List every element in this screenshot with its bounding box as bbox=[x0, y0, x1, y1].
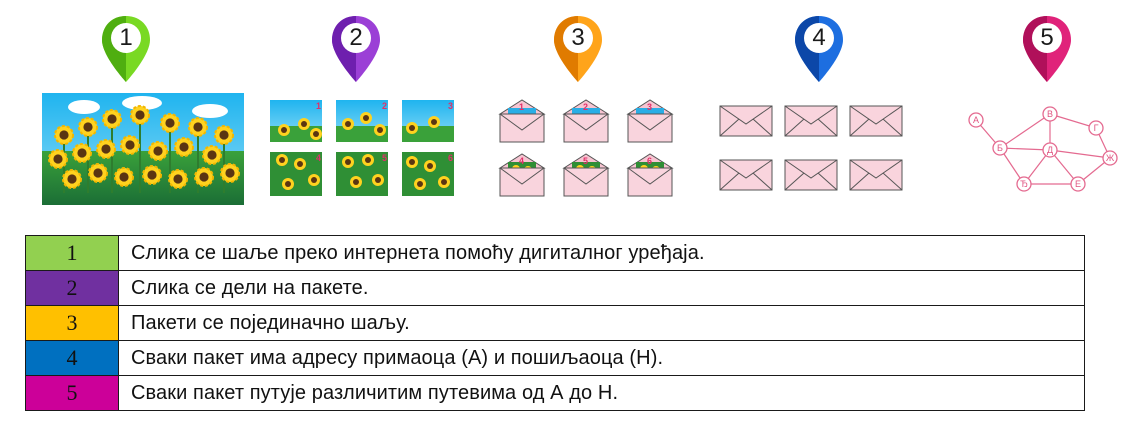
node-label-v: В bbox=[1047, 109, 1053, 119]
pin-5-number: 5 bbox=[1040, 24, 1054, 51]
tile-number-1: 1 bbox=[316, 101, 321, 111]
closed-envelope-4 bbox=[719, 159, 773, 191]
packet-tile-2 bbox=[336, 100, 388, 142]
node-label-e: Е bbox=[1075, 179, 1081, 189]
tile-number-4: 4 bbox=[316, 153, 321, 163]
packet-tile-4 bbox=[270, 152, 322, 196]
step-row-4: 4 Сваки пакет има адресу примаоца (А) и … bbox=[25, 340, 1085, 376]
steps-table: 1 Слика се шаље преко интернета помоћу д… bbox=[25, 235, 1085, 411]
step-number-3: 3 bbox=[25, 305, 119, 341]
node-label-dj: Ђ bbox=[1020, 179, 1028, 189]
tile-number-6: 6 bbox=[448, 153, 453, 163]
closed-envelopes bbox=[719, 105, 903, 191]
location-pin-1-icon: 1 bbox=[100, 14, 152, 84]
step-text-4: Сваки пакет има адресу примаоца (А) и по… bbox=[118, 340, 1085, 376]
closed-envelope-3 bbox=[849, 105, 903, 137]
node-label-zh: Ж bbox=[1106, 153, 1115, 163]
step-text-1: Слика се шаље преко интернета помоћу диг… bbox=[118, 235, 1085, 271]
pin-2-number: 2 bbox=[349, 24, 363, 51]
pin-4-number: 4 bbox=[812, 24, 826, 51]
illustration-area: 1 2 3 4 5 1 2 3 4 5 6 1 2 3 4 5 6 А Б В … bbox=[0, 0, 1130, 230]
network-graph: А Б В Г Д Ђ Е Ж bbox=[968, 106, 1118, 192]
location-pin-2-icon: 2 bbox=[330, 14, 382, 84]
step-number-4: 4 bbox=[25, 340, 119, 376]
location-pin-5-icon: 5 bbox=[1021, 14, 1073, 84]
packets-in-envelopes: 1 2 3 4 5 6 bbox=[499, 99, 673, 197]
step-number-2: 2 bbox=[25, 270, 119, 306]
location-pin-4-icon: 4 bbox=[793, 14, 845, 84]
sunflower-image bbox=[42, 93, 244, 205]
step-number-1: 1 bbox=[25, 235, 119, 271]
step-row-5: 5 Сваки пакет путује различитим путевима… bbox=[25, 375, 1085, 411]
node-label-g: Г bbox=[1094, 123, 1099, 133]
closed-envelope-6 bbox=[849, 159, 903, 191]
step-text-3: Пакети се појединачно шаљу. bbox=[118, 305, 1085, 341]
closed-envelope-2 bbox=[784, 105, 838, 137]
envelope-number-6: 6 bbox=[647, 156, 652, 166]
envelope-number-3: 3 bbox=[647, 102, 652, 112]
envelope-number-5: 5 bbox=[583, 156, 588, 166]
step-number-5: 5 bbox=[25, 375, 119, 411]
node-label-b: Б bbox=[997, 143, 1003, 153]
tile-number-2: 2 bbox=[382, 101, 387, 111]
closed-envelope-1 bbox=[719, 105, 773, 137]
pin-1-number: 1 bbox=[119, 24, 133, 51]
tile-number-3: 3 bbox=[448, 101, 453, 111]
location-pin-3-icon: 3 bbox=[552, 14, 604, 84]
envelope-number-1: 1 bbox=[519, 102, 524, 112]
step-row-1: 1 Слика се шаље преко интернета помоћу д… bbox=[25, 235, 1085, 271]
node-label-a: А bbox=[973, 115, 979, 125]
step-text-5: Сваки пакет путује различитим путевима о… bbox=[118, 375, 1085, 411]
envelope-number-4: 4 bbox=[519, 156, 524, 166]
node-label-d: Д bbox=[1047, 145, 1053, 155]
split-image-packets: 1 2 3 4 5 6 bbox=[270, 100, 454, 196]
packet-tile-3 bbox=[402, 100, 454, 142]
packet-tile-1 bbox=[270, 100, 322, 142]
packet-tile-6 bbox=[402, 152, 454, 196]
step-text-2: Слика се дели на пакете. bbox=[118, 270, 1085, 306]
closed-envelope-5 bbox=[784, 159, 838, 191]
pin-3-number: 3 bbox=[571, 24, 585, 51]
envelope-number-2: 2 bbox=[583, 102, 588, 112]
tile-number-5: 5 bbox=[382, 153, 387, 163]
packet-tile-5 bbox=[336, 152, 388, 196]
step-row-2: 2 Слика се дели на пакете. bbox=[25, 270, 1085, 306]
step-row-3: 3 Пакети се појединачно шаљу. bbox=[25, 305, 1085, 341]
